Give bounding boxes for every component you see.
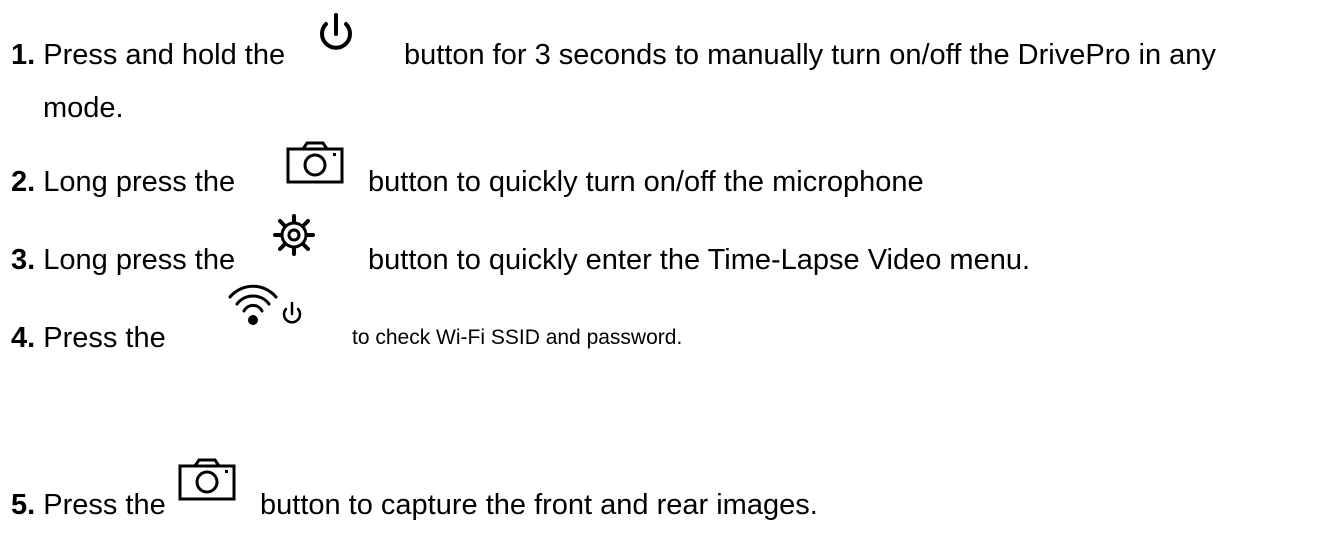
step-4: 4. Press the — [11, 324, 166, 353]
step-text-before: Long press the — [43, 166, 236, 198]
wifi-power-icon — [228, 284, 302, 325]
step-1-after: button for 3 seconds to manually turn on… — [404, 41, 1216, 70]
step-text-after: button to capture the front and rear ima… — [260, 489, 818, 521]
step-2: 2. Long press the — [11, 168, 235, 197]
step-text-after: button for 3 seconds to manually turn on… — [404, 39, 1216, 71]
step-number: 4. — [11, 322, 36, 354]
step-5-after: button to capture the front and rear ima… — [260, 491, 818, 520]
step-1-continuation: mode. — [43, 92, 124, 124]
step-number: 2. — [11, 166, 36, 198]
step-4-after: to check Wi-Fi SSID and password. — [352, 326, 682, 350]
step-number: 3. — [11, 244, 36, 276]
step-text-after: button to quickly enter the Time-Lapse V… — [368, 244, 1031, 276]
step-text-before: Press the — [43, 489, 166, 521]
step-3-after: button to quickly enter the Time-Lapse V… — [368, 246, 1030, 275]
settings-gear-icon — [273, 214, 315, 256]
step-number: 1. — [11, 39, 36, 71]
step-text-before: Press the — [43, 322, 166, 354]
camera-icon — [286, 141, 344, 184]
power-icon — [320, 13, 352, 50]
step-3: 3. Long press the — [11, 246, 235, 275]
step-1: 1. Press and hold the — [11, 41, 285, 70]
step-number: 5. — [11, 489, 36, 521]
step-text-before: Press and hold the — [43, 39, 286, 71]
step-5: 5. Press the — [11, 491, 166, 520]
step-text-after: button to quickly turn on/off the microp… — [368, 166, 924, 198]
step-text-before: Long press the — [43, 244, 236, 276]
camera-icon — [178, 458, 236, 501]
step-text-after: to check Wi-Fi SSID and password. — [352, 326, 683, 349]
step-2-after: button to quickly turn on/off the microp… — [368, 168, 924, 197]
